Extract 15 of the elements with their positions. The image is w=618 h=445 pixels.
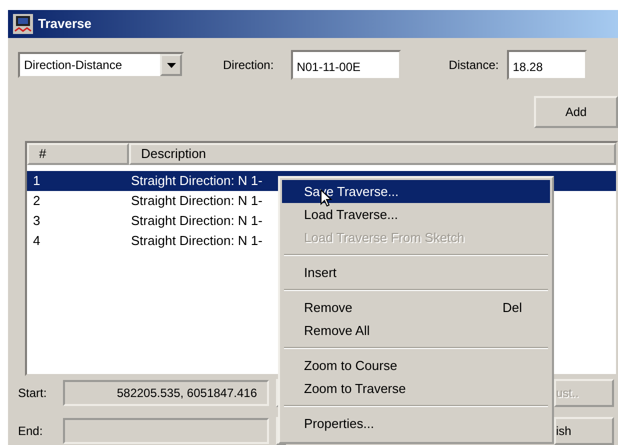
row-description: Straight Direction: N 1-: [130, 192, 262, 210]
distance-label: Distance:: [448, 57, 499, 74]
row-number: 2: [32, 192, 42, 210]
row-description: Straight Direction: N 1-: [130, 232, 262, 250]
row-number: 3: [32, 212, 42, 230]
direction-label: Direction:: [223, 57, 274, 74]
row-number: 1: [32, 172, 42, 190]
row-description: Straight Direction: N 1-: [130, 172, 262, 190]
start-label: Start:: [17, 385, 48, 402]
shortcut-text: Del: [502, 298, 522, 317]
window-title: Traverse: [38, 15, 92, 34]
end-label: End:: [17, 423, 44, 440]
row-number: 4: [32, 232, 42, 250]
start-coordinates-field: 582205.535, 6051847.416: [63, 380, 269, 406]
row-description: Straight Direction: N 1-: [130, 212, 262, 230]
